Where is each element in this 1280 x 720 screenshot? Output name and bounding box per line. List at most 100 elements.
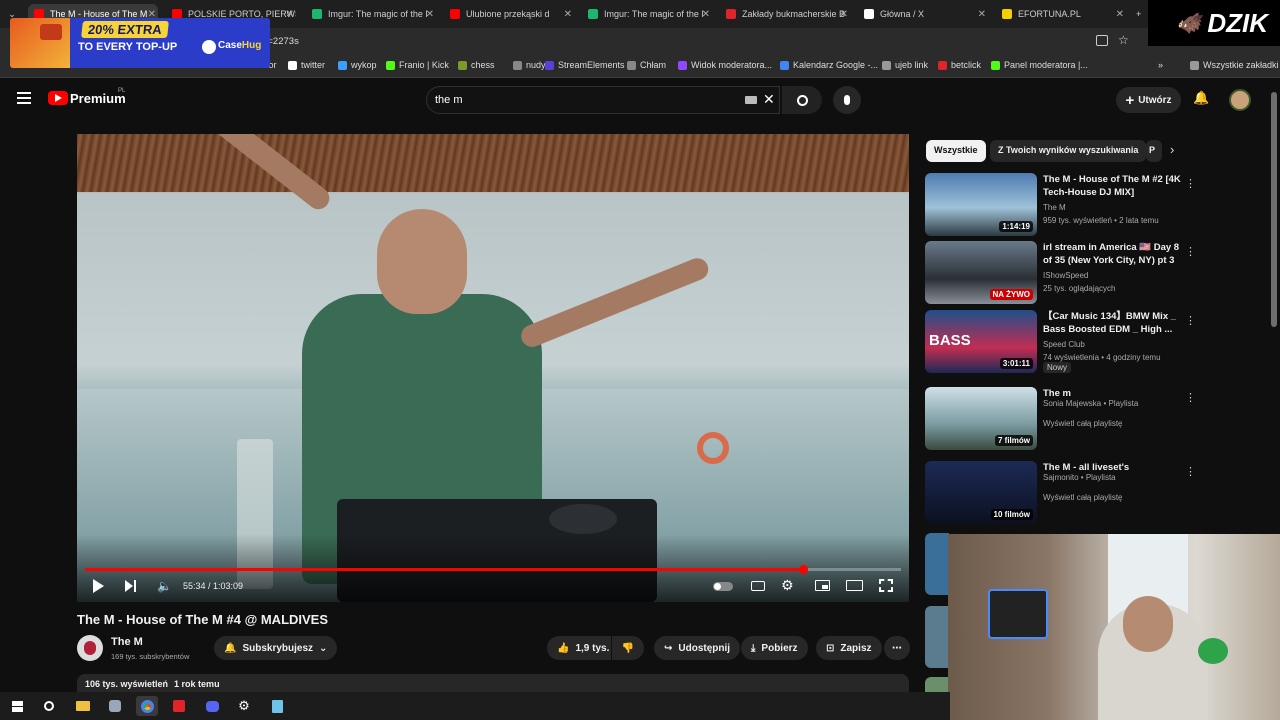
save-button[interactable]: ⊡ Zapisz bbox=[816, 636, 882, 660]
chip-from-your-search[interactable]: Z Twoich wyników wyszukiwania bbox=[990, 140, 1147, 162]
bookmark-item[interactable]: chess bbox=[458, 60, 495, 70]
close-tab-icon[interactable]: ✕ bbox=[1116, 9, 1124, 20]
notepad-icon[interactable] bbox=[266, 696, 288, 716]
channel-name[interactable]: The M bbox=[111, 636, 143, 648]
voice-search-button[interactable] bbox=[833, 86, 861, 114]
recommendation-item[interactable]: 7 filmów The m Sonia Majewska • Playlist… bbox=[925, 387, 1275, 451]
rec-thumbnail[interactable]: 7 filmów bbox=[925, 387, 1037, 450]
search-button[interactable] bbox=[782, 86, 822, 114]
theater-mode-icon[interactable] bbox=[846, 580, 863, 591]
rec-thumbnail[interactable]: BASS 3:01:11 bbox=[925, 310, 1037, 373]
progress-scrubber[interactable] bbox=[799, 565, 809, 574]
settings-gear-icon[interactable]: ⚙ bbox=[781, 577, 794, 594]
rec-channel[interactable]: Speed Club bbox=[1043, 340, 1085, 349]
browser-tab[interactable]: Imgur: The magic of the I ✕ bbox=[306, 4, 436, 24]
kebab-menu-icon[interactable]: ⋮ bbox=[1185, 245, 1196, 258]
rec-channel[interactable]: Sonia Majewska • Playlista bbox=[1043, 399, 1138, 408]
page-scrollbar[interactable] bbox=[1271, 92, 1277, 327]
recommendation-item[interactable]: BASS 3:01:11 【Car Music 134】BMW Mix _ Bas… bbox=[925, 310, 1275, 374]
chip-all[interactable]: Wszystkie bbox=[926, 140, 986, 162]
settings-gear-icon[interactable]: ⚙ bbox=[233, 696, 255, 716]
recommendation-item[interactable]: 10 filmów The M - all liveset's Sajmonit… bbox=[925, 461, 1275, 525]
browser-tab[interactable]: Zakłady bukmacherskie B ✕ bbox=[720, 4, 850, 24]
chip-partial[interactable]: P bbox=[1146, 140, 1162, 162]
browser-tab[interactable]: Ulubione przekąski d ✕ bbox=[444, 4, 574, 24]
bookmark-item[interactable]: Panel moderatora |... bbox=[991, 60, 1088, 70]
kebab-menu-icon[interactable]: ⋮ bbox=[1185, 177, 1196, 190]
discord-icon[interactable] bbox=[201, 696, 223, 716]
clear-search-icon[interactable]: ✕ bbox=[763, 91, 775, 108]
bookmark-star-icon[interactable]: ☆ bbox=[1118, 33, 1129, 47]
browser-tab[interactable]: EFORTUNA.PL ✕ bbox=[996, 4, 1126, 24]
rec-title[interactable]: 【Car Music 134】BMW Mix _ Bass Boosted ED… bbox=[1043, 310, 1183, 336]
rec-channel[interactable]: Sajmonito • Playlista bbox=[1043, 473, 1116, 482]
subtitles-icon[interactable] bbox=[751, 581, 765, 591]
description-box[interactable]: 106 tys. wyświetleń 1 rok temu bbox=[77, 674, 909, 694]
install-icon[interactable] bbox=[1096, 35, 1108, 46]
rec-channel[interactable]: IShowSpeed bbox=[1043, 271, 1088, 280]
subscribe-button[interactable]: 🔔 Subskrybujesz ⌄ bbox=[214, 636, 338, 660]
recommendation-item[interactable]: 1:14:19 The M - House of The M #2 [4K Te… bbox=[925, 173, 1275, 237]
miniplayer-icon[interactable] bbox=[815, 580, 830, 591]
streaming-app-icon[interactable] bbox=[168, 696, 190, 716]
rec-thumbnail[interactable]: NA ŻYWO bbox=[925, 241, 1037, 304]
keyboard-icon[interactable] bbox=[745, 96, 757, 104]
bookmark-item[interactable]: nudy bbox=[513, 60, 546, 70]
more-actions-button[interactable]: ⋯ bbox=[884, 636, 910, 660]
like-button[interactable]: 👍 1,9 tys. bbox=[547, 636, 611, 660]
close-tab-icon[interactable]: ✕ bbox=[286, 9, 294, 20]
channel-avatar[interactable] bbox=[77, 635, 103, 661]
search-icon[interactable] bbox=[38, 696, 60, 716]
app-icon[interactable] bbox=[104, 696, 126, 716]
rec-title[interactable]: irl stream in America 🇺🇸 Day 8 of 35 (Ne… bbox=[1043, 241, 1183, 267]
casehug-banner[interactable]: 20% EXTRA TO EVERY TOP-UP CaseHug bbox=[10, 18, 270, 68]
bookmark-item[interactable]: wykop bbox=[338, 60, 377, 70]
bookmark-item[interactable]: Kalendarz Google -... bbox=[780, 60, 878, 70]
notifications-bell-icon[interactable]: 🔔 bbox=[1193, 90, 1209, 106]
rec-thumbnail[interactable]: 10 filmów bbox=[925, 461, 1037, 524]
bookmark-item[interactable]: Widok moderatora... bbox=[678, 60, 772, 70]
browser-tab[interactable]: Główna / X ✕ bbox=[858, 4, 988, 24]
close-tab-icon[interactable]: ✕ bbox=[426, 9, 434, 20]
close-tab-icon[interactable]: ✕ bbox=[702, 9, 710, 20]
rec-thumbnail[interactable]: 1:14:19 bbox=[925, 173, 1037, 236]
autoplay-toggle[interactable] bbox=[713, 582, 733, 591]
recommendation-item[interactable]: NA ŻYWO irl stream in America 🇺🇸 Day 8 o… bbox=[925, 241, 1275, 305]
close-tab-icon[interactable]: ✕ bbox=[978, 9, 986, 20]
share-button[interactable]: ↪ Udostępnij bbox=[654, 636, 741, 660]
rec-channel[interactable]: The M bbox=[1043, 203, 1066, 212]
volume-icon[interactable]: 🔈 bbox=[157, 579, 172, 593]
next-icon[interactable] bbox=[125, 580, 137, 592]
chevron-right-icon[interactable]: › bbox=[1170, 142, 1174, 157]
bookmark-item[interactable]: Franio | Kick bbox=[386, 60, 449, 70]
rec-thumb-partial[interactable] bbox=[925, 533, 949, 595]
youtube-logo-icon[interactable] bbox=[48, 91, 68, 105]
file-explorer-icon[interactable] bbox=[72, 696, 94, 716]
menu-icon[interactable] bbox=[17, 92, 31, 104]
kebab-menu-icon[interactable]: ⋮ bbox=[1185, 391, 1196, 404]
close-tab-icon[interactable]: ✕ bbox=[840, 9, 848, 20]
create-button[interactable]: + Utwórz bbox=[1116, 87, 1181, 113]
kebab-menu-icon[interactable]: ⋮ bbox=[1185, 465, 1196, 478]
windows-start-icon[interactable] bbox=[6, 696, 28, 716]
fullscreen-icon[interactable] bbox=[879, 579, 893, 592]
avatar[interactable] bbox=[1229, 89, 1251, 111]
download-button[interactable]: ⤓ Pobierz bbox=[741, 636, 808, 660]
search-input[interactable]: the m ✕ bbox=[426, 86, 780, 114]
progress-track[interactable] bbox=[85, 568, 901, 571]
video-player[interactable]: 🔈 55:34 / 1:03:09 ⚙ bbox=[77, 134, 909, 602]
dislike-button[interactable]: 👎 bbox=[612, 636, 644, 660]
bookmark-item[interactable]: ujeb link bbox=[882, 60, 928, 70]
bookmark-item[interactable]: Chłam bbox=[627, 60, 666, 70]
more-bookmarks-icon[interactable]: » bbox=[1158, 60, 1163, 70]
close-tab-icon[interactable]: ✕ bbox=[564, 9, 572, 20]
browser-tab[interactable]: Imgur: The magic of the I ✕ bbox=[582, 4, 712, 24]
rec-title[interactable]: The M - House of The M #2 [4K Tech-House… bbox=[1043, 173, 1183, 199]
chrome-icon[interactable] bbox=[136, 696, 158, 716]
bookmark-item[interactable]: twitter bbox=[288, 60, 325, 70]
bookmark-item[interactable]: betclick bbox=[938, 60, 981, 70]
bookmark-item[interactable]: Wszystkie zakładki bbox=[1190, 60, 1279, 70]
play-icon[interactable] bbox=[93, 579, 104, 593]
kebab-menu-icon[interactable]: ⋮ bbox=[1185, 314, 1196, 327]
bookmark-item[interactable]: StreamElements bbox=[545, 60, 625, 70]
